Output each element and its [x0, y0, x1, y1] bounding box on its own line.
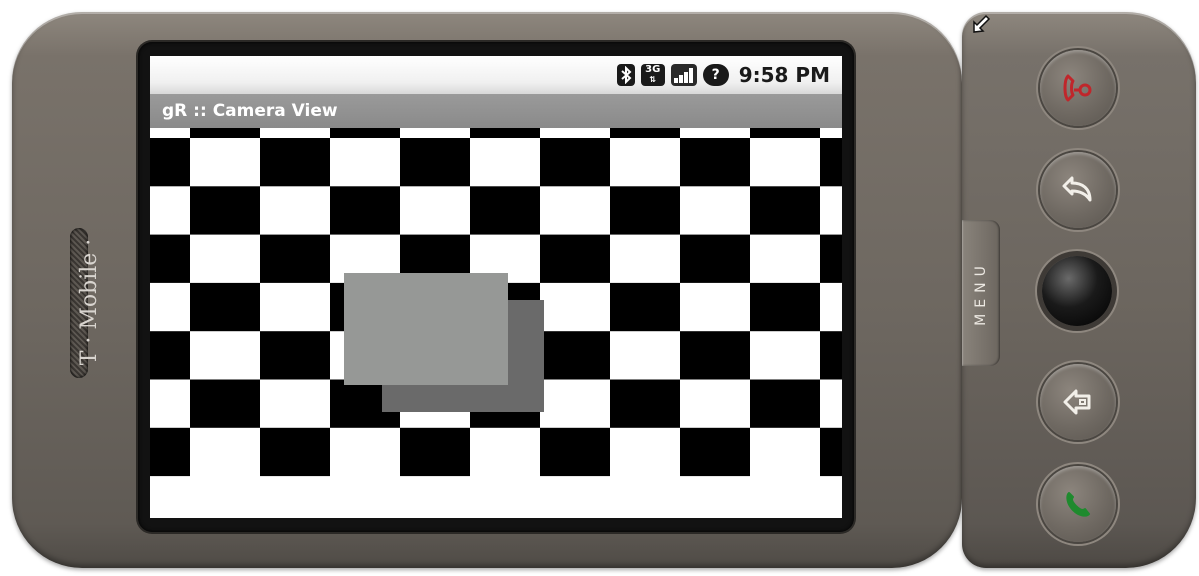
checker-square — [680, 427, 750, 477]
checker-square — [820, 138, 842, 187]
checker-square — [540, 427, 610, 477]
no-sim-icon: ? — [702, 64, 729, 86]
camera-view[interactable] — [150, 128, 842, 518]
back-icon — [1062, 176, 1092, 202]
checker-square — [680, 234, 750, 283]
checker-square — [610, 282, 680, 332]
home-button[interactable] — [1040, 364, 1116, 440]
device-screen[interactable]: 3G ⇅ ? 9:58 PM gR :: Camera View — [150, 56, 842, 518]
checker-square — [540, 331, 610, 380]
checker-square — [190, 128, 260, 138]
checker-square — [680, 138, 750, 187]
status-icons: 3G ⇅ ? 9:58 PM — [616, 61, 830, 89]
3g-label: 3G — [645, 64, 661, 75]
checker-square — [540, 138, 610, 187]
checker-square — [610, 186, 680, 235]
checker-square — [260, 138, 330, 187]
grey-block — [344, 273, 508, 385]
checker-square — [750, 282, 820, 332]
checker-square — [330, 186, 400, 235]
app-title-bar: gR :: Camera View — [150, 94, 842, 128]
checker-square — [190, 186, 260, 235]
checker-square — [190, 282, 260, 332]
checker-square — [610, 128, 680, 138]
checker-square — [820, 234, 842, 283]
checker-square — [750, 379, 820, 428]
checker-square — [260, 331, 330, 380]
checker-square — [150, 427, 190, 477]
checker-square — [400, 427, 470, 477]
checker-square — [260, 234, 330, 283]
checker-square — [150, 138, 190, 187]
3g-data-icon: 3G ⇅ — [640, 64, 665, 86]
back-button[interactable] — [1040, 152, 1116, 228]
checker-square — [820, 427, 842, 477]
end-call-icon — [1063, 74, 1092, 102]
checker-square — [400, 138, 470, 187]
checker-square — [470, 186, 540, 235]
call-button[interactable] — [1040, 466, 1116, 542]
status-bar[interactable]: 3G ⇅ ? 9:58 PM — [150, 56, 842, 94]
end-call-button[interactable] — [1040, 50, 1116, 126]
t-mobile-logo: T · Mobile · — [77, 238, 102, 366]
signal-strength-icon — [670, 64, 697, 86]
menu-label: MENU — [973, 260, 989, 326]
call-icon — [1066, 492, 1090, 517]
checker-square — [150, 331, 190, 380]
checker-square — [540, 234, 610, 283]
trackball[interactable] — [1042, 256, 1112, 326]
checker-square — [330, 128, 400, 138]
checker-square — [470, 128, 540, 138]
checker-square — [820, 331, 842, 380]
checker-square — [750, 186, 820, 235]
mouse-pointer-icon — [973, 14, 991, 33]
status-clock: 9:58 PM — [738, 63, 830, 87]
checker-square — [260, 427, 330, 477]
checker-square — [190, 379, 260, 428]
checker-square — [150, 234, 190, 283]
checker-square — [680, 331, 750, 380]
bluetooth-icon — [616, 64, 635, 86]
checker-square — [750, 128, 820, 138]
menu-button[interactable]: MENU — [962, 220, 1000, 366]
home-icon — [1063, 389, 1091, 415]
checker-square — [610, 379, 680, 428]
